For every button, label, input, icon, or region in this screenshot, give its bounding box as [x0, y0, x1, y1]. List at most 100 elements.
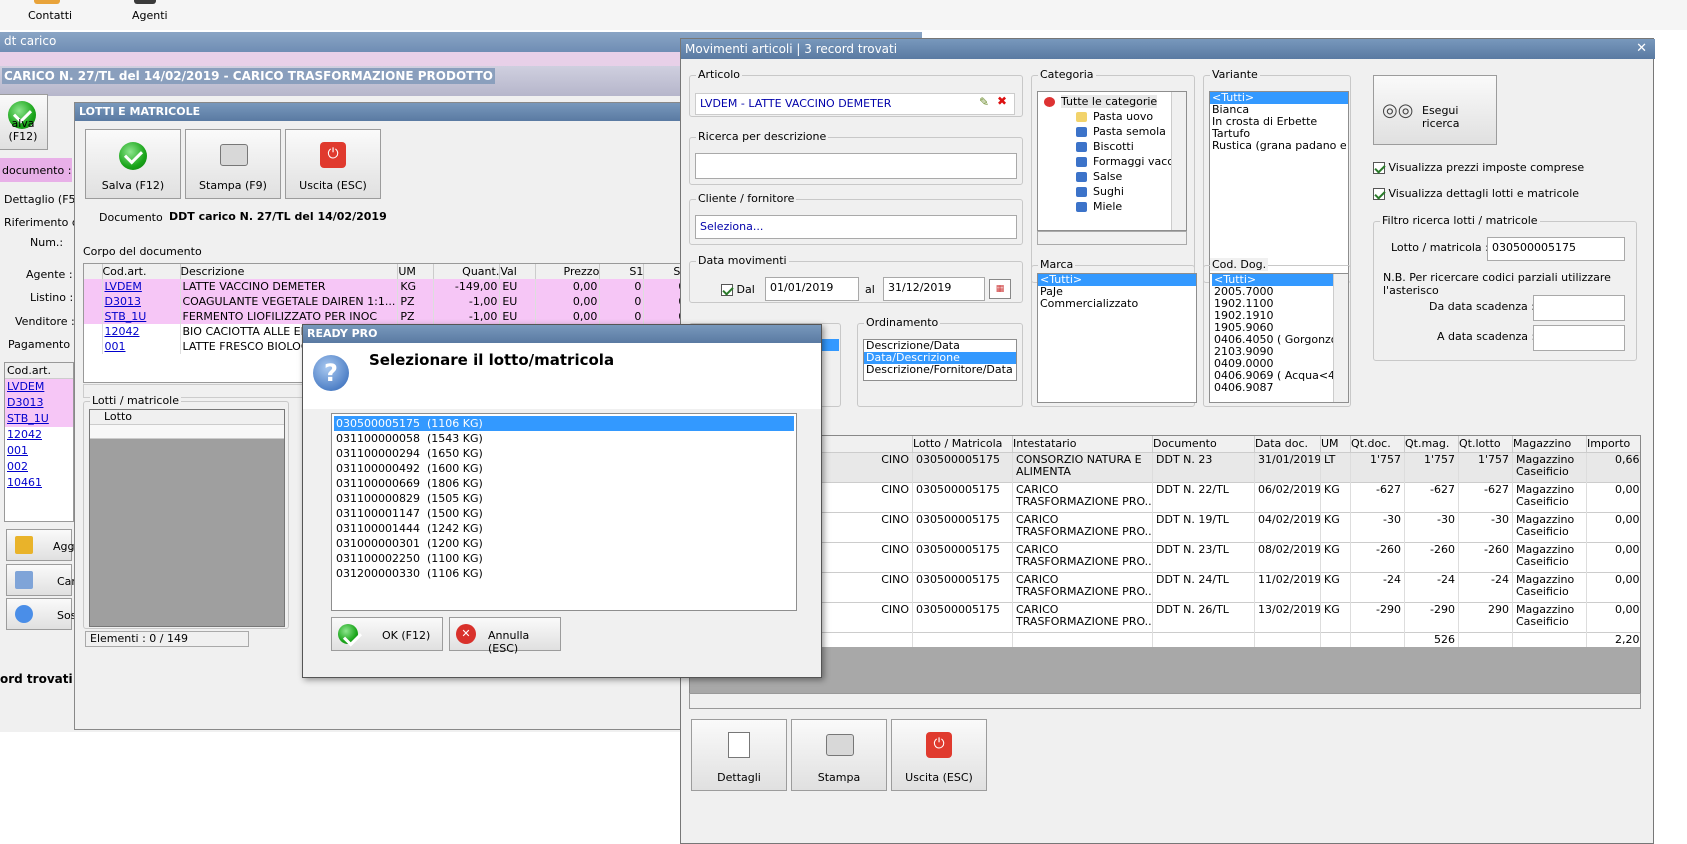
ok-button[interactable]: OK (F12): [331, 617, 443, 651]
order-list[interactable]: Descrizione/Data Data/Descrizione Descri…: [863, 339, 1017, 381]
brand-item[interactable]: Commercializzato: [1038, 298, 1196, 310]
cell-code[interactable]: D3013: [102, 294, 181, 309]
lot-option[interactable]: 031100000829 (1505 KG): [334, 491, 794, 506]
lots-checkbox-label: Visualizza dettagli lotti e matricole: [1388, 187, 1580, 200]
ddt-code[interactable]: 001: [5, 443, 73, 459]
date-from-checkbox[interactable]: [721, 284, 733, 296]
pencil-icon[interactable]: ✎: [979, 95, 989, 109]
ddt-replace-button[interactable]: Sos: [6, 598, 76, 630]
table-row[interactable]: STB_1U FERMENTO LIOFILIZZATO PER INOC PZ -1…: [84, 309, 690, 324]
table-row[interactable]: CINO 030500005175 CARICO TRASFORMAZIONE PRO…: [690, 542, 1640, 573]
category-item[interactable]: Salse: [1040, 169, 1186, 184]
date-to-input[interactable]: 31/12/2019: [883, 277, 985, 301]
category-item[interactable]: Pasta semola: [1040, 124, 1186, 139]
cell-code[interactable]: 001: [102, 339, 181, 354]
lot-filter-input[interactable]: 030500005175: [1487, 237, 1625, 261]
cod-dog-item[interactable]: 0406.9087: [1212, 382, 1348, 394]
cell-um: KG: [1324, 483, 1340, 496]
ddt-code[interactable]: 12042: [5, 427, 73, 443]
lots-list[interactable]: Lotto: [89, 409, 285, 627]
lot-option[interactable]: 031100000669 (1806 KG): [334, 476, 794, 491]
table-row[interactable]: CINO 030500005175 CONSORZIO NATURA E ALIMEN…: [690, 452, 1640, 483]
category-item[interactable]: Tutte le categorie: [1040, 94, 1186, 109]
cod-dog-vscroll[interactable]: [1333, 274, 1348, 402]
close-icon[interactable]: ✕: [1636, 41, 1647, 56]
table-row[interactable]: CINO 030500005175 CARICO TRASFORMAZIONE PRO…: [690, 602, 1640, 633]
agents-button[interactable]: Agenti: [132, 9, 168, 22]
ddt-code[interactable]: 002: [5, 459, 73, 475]
print-button[interactable]: Stampa: [791, 719, 887, 791]
variant-list[interactable]: <Tutti> Bianca In crosta di Erbette Tart…: [1209, 91, 1349, 283]
ddt-code[interactable]: STB_1U: [5, 411, 73, 427]
variant-item[interactable]: Rustica (grana padano e pepe: [1210, 140, 1348, 152]
category-vscroll[interactable]: [1171, 92, 1186, 230]
table-row[interactable]: D3013 COAGULANTE VEGETALE DAIREN 1:1... PZ…: [84, 294, 690, 309]
ddt-save-button[interactable]: alva (F12): [0, 94, 48, 150]
table-row[interactable]: CINO 030500005175 CARICO TRASFORMAZIONE PRO…: [690, 512, 1640, 543]
replace-icon: [15, 605, 33, 623]
lot-list[interactable]: 030500005175 (1106 KG) 031100000058 (1543…: [331, 413, 797, 611]
cod-dog-list[interactable]: <Tutti> 2005.7000 1902.1100 1902.1910 1905.9…: [1209, 273, 1349, 403]
results-hscroll[interactable]: [689, 693, 1641, 709]
calendar-icon[interactable]: ▦: [989, 279, 1011, 299]
cell-code[interactable]: STB_1U: [102, 309, 181, 324]
cell-mag2: Caseificio: [1516, 465, 1569, 478]
table-row[interactable]: LVDEM LATTE VACCINO DEMETER KG -149,00 EU 0,0…: [84, 279, 690, 294]
lot-option[interactable]: 031100000294 (1650 KG): [334, 446, 794, 461]
lotti-print-button[interactable]: Stampa (F9): [185, 129, 281, 199]
category-hscroll[interactable]: [1037, 231, 1187, 245]
article-field[interactable]: LVDEM - LATTE VACCINO DEMETER: [695, 93, 1015, 115]
lot-option[interactable]: 031200000330 (1106 KG): [334, 566, 794, 581]
exp-to-input[interactable]: [1533, 325, 1625, 351]
prices-checkbox[interactable]: [1373, 162, 1385, 174]
table-row[interactable]: CINO 030500005175 CARICO TRASFORMAZIONE PRO…: [690, 572, 1640, 603]
category-item[interactable]: Formaggi vaccino: [1040, 154, 1186, 169]
exit-button[interactable]: Uscita (ESC): [891, 719, 987, 791]
ddt-code[interactable]: D3013: [5, 395, 73, 411]
cell-price: 0,00: [535, 279, 601, 294]
exp-from-input[interactable]: [1533, 295, 1625, 321]
lot-option[interactable]: 031100001147 (1500 KG): [334, 506, 794, 521]
ddt-code[interactable]: 10461: [5, 475, 73, 491]
lotti-window-title: LOTTI E MATRICOLE: [75, 103, 691, 121]
category-item[interactable]: Miele: [1040, 199, 1186, 214]
date-from-input[interactable]: 01/01/2019: [765, 277, 859, 301]
grid-col-header: UM: [1320, 436, 1351, 453]
order-item[interactable]: Descrizione/Fornitore/Data: [864, 364, 1016, 376]
lotti-exit-button[interactable]: Uscita (ESC): [285, 129, 381, 199]
lot-option[interactable]: 031100000058 (1543 KG): [334, 431, 794, 446]
lot-option[interactable]: 031100000492 (1600 KG): [334, 461, 794, 476]
ddt-code[interactable]: LVDEM: [5, 379, 73, 395]
cell-qd: -260: [1376, 543, 1401, 556]
lot-option[interactable]: 031100001444 (1242 KG): [334, 521, 794, 536]
cancel-button[interactable]: ✕ Annulla (ESC): [449, 617, 561, 655]
category-item[interactable]: Biscotti: [1040, 139, 1186, 154]
clear-icon[interactable]: ✖: [997, 94, 1007, 108]
cell-code[interactable]: 12042: [102, 324, 181, 339]
lot-option[interactable]: 031000000301 (1200 KG): [334, 536, 794, 551]
lot-option[interactable]: 031100002250 (1100 KG): [334, 551, 794, 566]
lotti-save-button[interactable]: Salva (F12): [85, 129, 181, 199]
cell-price: 0,00: [535, 309, 601, 324]
customer-field[interactable]: Seleziona...: [695, 215, 1017, 239]
lots-checkbox[interactable]: [1373, 188, 1385, 200]
cell-code[interactable]: LVDEM: [102, 279, 181, 294]
category-item[interactable]: Sughi: [1040, 184, 1186, 199]
brand-list[interactable]: <Tutti> PaJe Commercializzato: [1037, 273, 1197, 403]
exp-to-label: A data scadenza :: [1437, 330, 1536, 343]
category-tree[interactable]: Tutte le categorie Pasta uovo Pasta semola…: [1037, 91, 1187, 231]
contacts-button[interactable]: Contatti: [28, 9, 72, 22]
ddt-add-button[interactable]: Aggi: [6, 529, 78, 561]
desc-search-input[interactable]: [695, 153, 1017, 179]
details-button[interactable]: Dettagli: [691, 719, 787, 791]
cell-ql: -627: [1484, 483, 1509, 496]
table-row[interactable]: CINO 030500005175 CARICO TRASFORMAZIONE PRO…: [690, 482, 1640, 513]
ddt-cancel-button[interactable]: Can: [6, 564, 78, 596]
grid-col-header: Data doc.: [1254, 436, 1321, 453]
grid-col-header: Qt.mag.: [1404, 436, 1459, 453]
cell-owner2: TRASFORMAZIONE PRO...: [1016, 585, 1153, 598]
category-item[interactable]: Pasta uovo: [1040, 109, 1186, 124]
ddt-detail-tab[interactable]: Dettaglio (F5): [4, 193, 80, 206]
lot-option[interactable]: 030500005175 (1106 KG): [334, 416, 794, 431]
search-button[interactable]: ◎◎ Esegui ricerca: [1373, 75, 1497, 145]
